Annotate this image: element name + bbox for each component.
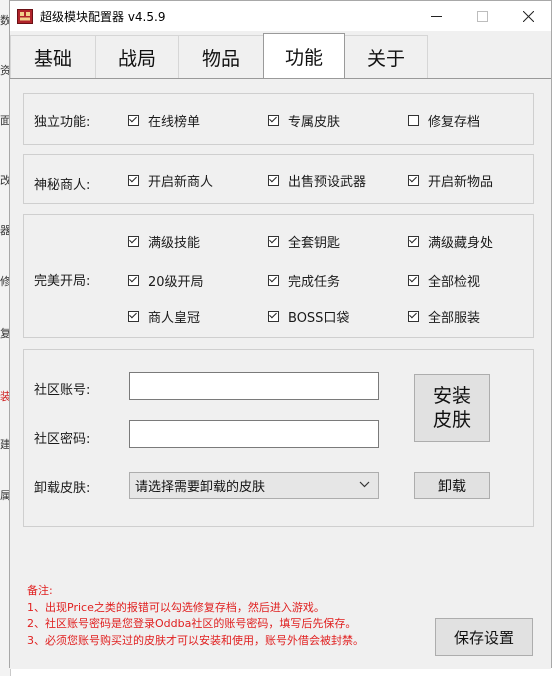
checkbox-max-skills[interactable]: 满级技能 — [128, 232, 200, 251]
check-icon — [128, 236, 139, 247]
checkbox-new-merchant[interactable]: 开启新商人 — [128, 171, 213, 190]
window-title: 超级模块配置器 v4.5.9 — [40, 10, 166, 24]
tab-about[interactable]: 关于 — [344, 35, 428, 79]
install-skin-button[interactable]: 安装 皮肤 — [414, 374, 490, 442]
checkbox-label: 全部检视 — [428, 275, 481, 290]
save-settings-button[interactable]: 保存设置 — [435, 618, 533, 656]
check-icon — [128, 311, 139, 322]
uninstall-label: 卸载皮肤: — [34, 481, 91, 496]
uninstall-skin-select[interactable]: 请选择需要卸载的皮肤 — [129, 472, 379, 499]
standalone-features-group: 独立功能: 在线榜单 专属皮肤 修复存档 — [23, 93, 534, 145]
maximize-button[interactable] — [459, 1, 505, 31]
minimize-icon — [430, 15, 442, 17]
notes: 备注: 1、出现Price之类的报错可以勾选修复存档，然后进入游戏。 2、社区账… — [27, 583, 364, 649]
check-icon — [268, 236, 279, 247]
tab-bar: 基础 战局 物品 功能 关于 — [10, 31, 551, 79]
notes-line: 2、社区账号密码是您登录Oddba社区的账号密码，填写后先保存。 — [27, 617, 357, 630]
install-skin-label-line1: 安装 — [432, 385, 471, 407]
check-icon — [408, 275, 419, 286]
uninstall-skin-select-value: 请选择需要卸载的皮肤 — [135, 480, 266, 495]
mysterious-merchant-group: 神秘商人: 开启新商人 出售预设武器 开启新物品 — [23, 154, 534, 204]
checkbox-exclusive-skin[interactable]: 专属皮肤 — [268, 111, 340, 130]
checkbox-repair-save[interactable]: 修复存档 — [408, 111, 480, 130]
checkbox-label: 开启新物品 — [428, 175, 494, 190]
maximize-icon — [476, 10, 488, 22]
account-label: 社区账号: — [34, 383, 91, 398]
app-window: 超级模块配置器 v4.5.9 基础 战局 物品 功能 关于 独立功能: 在线榜单… — [9, 0, 552, 669]
checkbox-label: 20级开局 — [148, 275, 204, 290]
group-label: 完美开局: — [34, 274, 91, 289]
checkbox-label: 全套钥匙 — [288, 236, 341, 251]
checkbox-max-hideout[interactable]: 满级藏身处 — [408, 232, 493, 251]
uninstall-button[interactable]: 卸载 — [414, 472, 490, 499]
tab-features[interactable]: 功能 — [263, 33, 345, 79]
checkbox-new-items[interactable]: 开启新物品 — [408, 171, 493, 190]
checkbox-label: 在线榜单 — [148, 115, 201, 130]
checkbox-label: 完成任务 — [288, 275, 341, 290]
password-label: 社区密码: — [34, 432, 91, 447]
check-icon — [408, 311, 419, 322]
check-icon — [128, 275, 139, 286]
tab-battle[interactable]: 战局 — [95, 35, 179, 79]
check-icon — [128, 115, 139, 126]
checkbox-label: 出售预设武器 — [288, 175, 367, 190]
community-account-input[interactable] — [129, 372, 379, 400]
minimize-button[interactable] — [413, 1, 459, 31]
group-label: 独立功能: — [34, 115, 91, 130]
tab-items[interactable]: 物品 — [178, 35, 264, 79]
checkbox-label: BOSS口袋 — [288, 311, 350, 326]
checkbox-label: 修复存档 — [428, 115, 481, 130]
checkbox-level-20-start[interactable]: 20级开局 — [128, 271, 204, 290]
checkbox-label: 专属皮肤 — [288, 115, 341, 130]
close-icon — [522, 10, 534, 22]
checkbox-label: 开启新商人 — [148, 175, 214, 190]
title-bar[interactable]: 超级模块配置器 v4.5.9 — [10, 1, 551, 31]
checkbox-online-leaderboard[interactable]: 在线榜单 — [128, 111, 200, 130]
checkbox-label: 满级技能 — [148, 236, 201, 251]
checkbox-empty — [408, 115, 419, 126]
checkbox-label: 商人皇冠 — [148, 311, 201, 326]
close-button[interactable] — [505, 1, 551, 31]
checkbox-label: 满级藏身处 — [428, 236, 494, 251]
community-password-input[interactable] — [129, 420, 379, 448]
checkbox-all-keys[interactable]: 全套钥匙 — [268, 232, 340, 251]
features-panel: 独立功能: 在线榜单 专属皮肤 修复存档 神秘商人: 开启新商人 出售预设武器 … — [10, 78, 551, 669]
app-icon — [17, 9, 33, 24]
check-icon — [408, 175, 419, 186]
check-icon — [268, 275, 279, 286]
check-icon — [268, 311, 279, 322]
checkbox-sell-preset-weapons[interactable]: 出售预设武器 — [268, 171, 366, 190]
tab-basic[interactable]: 基础 — [10, 35, 96, 79]
checkbox-inspect-all[interactable]: 全部检视 — [408, 271, 480, 290]
notes-line: 1、出现Price之类的报错可以勾选修复存档，然后进入游戏。 — [27, 600, 325, 614]
check-icon — [408, 236, 419, 247]
checkbox-merchant-crown[interactable]: 商人皇冠 — [128, 307, 200, 326]
perfect-start-group: 完美开局: 满级技能 全套钥匙 满级藏身处 20级开局 完成任务 全部检视 商人… — [23, 214, 534, 338]
checkbox-complete-quests[interactable]: 完成任务 — [268, 271, 340, 290]
chevron-down-icon — [359, 481, 370, 488]
install-skin-label-line2: 皮肤 — [432, 409, 471, 431]
notes-title: 备注: — [27, 584, 53, 597]
check-icon — [268, 175, 279, 186]
checkbox-all-outfits[interactable]: 全部服装 — [408, 307, 480, 326]
check-icon — [268, 115, 279, 126]
group-label: 神秘商人: — [34, 178, 91, 193]
notes-line: 3、必须您账号购买过的皮肤才可以安装和使用，账号外借会被封禁。 — [27, 633, 364, 647]
check-icon — [128, 175, 139, 186]
checkbox-label: 全部服装 — [428, 311, 481, 326]
skin-account-group: 社区账号: 社区密码: 安装 皮肤 卸载皮肤: 请选择需要卸载的皮肤 卸载 — [23, 349, 534, 527]
checkbox-boss-pocket[interactable]: BOSS口袋 — [268, 307, 349, 326]
